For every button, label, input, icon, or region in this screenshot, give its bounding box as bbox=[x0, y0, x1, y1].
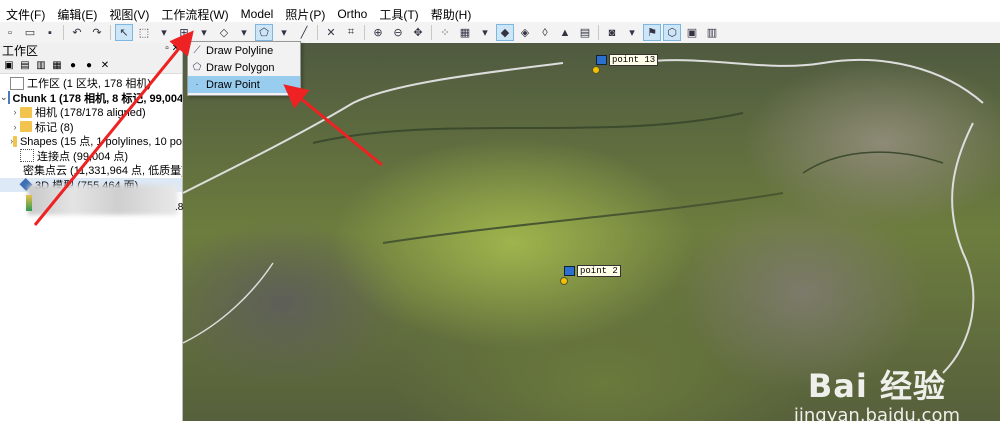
workspace-tree: 工作区 (1 区块, 178 相机) ⌄ Chunk 1 (178 相机, 8 … bbox=[0, 74, 182, 192]
dropdown-arrow-icon[interactable]: ▾ bbox=[476, 24, 494, 41]
undo-icon[interactable]: ↶ bbox=[68, 24, 86, 41]
model-solid-icon[interactable]: ◈ bbox=[516, 24, 534, 41]
baidu-watermark: Bai 经验 jingyan.baidu.com bbox=[793, 367, 960, 421]
open-folder-icon[interactable]: ▭ bbox=[21, 24, 39, 41]
workspace-panel: 工作区 ▫ ✕ ▣ ▤ ▥ ▦ ● ● ✕ 工作区 (1 区块, 178 相机)… bbox=[0, 43, 183, 421]
tree-item-dense-cloud[interactable]: 密集点云 (11,331,964 点, 低质量) bbox=[0, 163, 182, 178]
folder-icon bbox=[20, 121, 32, 133]
tree-item-workspace[interactable]: 工作区 (1 区块, 178 相机) bbox=[0, 76, 182, 91]
navigate-icon[interactable]: ⊞ bbox=[175, 24, 193, 41]
add-photos-icon[interactable]: ▤ bbox=[18, 58, 32, 72]
polyline-icon: ⟋ bbox=[193, 45, 201, 56]
tree-item-tie-points[interactable]: 连接点 (99,004 点) bbox=[0, 149, 182, 164]
show-images-icon[interactable]: ▣ bbox=[683, 24, 701, 41]
menu-tools[interactable]: 工具(T) bbox=[373, 6, 424, 23]
marker-dot bbox=[560, 277, 568, 285]
camera-icon[interactable]: ◙ bbox=[603, 24, 621, 41]
blurred-tree-items bbox=[28, 185, 178, 215]
region-icon[interactable]: ▥ bbox=[703, 24, 721, 41]
disable-icon[interactable]: ● bbox=[82, 58, 96, 72]
panel-pin-close-icon[interactable]: ▫ ✕ bbox=[165, 43, 180, 54]
chunk-icon bbox=[7, 91, 10, 105]
menu-model[interactable]: Model bbox=[235, 7, 280, 21]
tree-item-cameras[interactable]: › 相机 (178/178 aligned) bbox=[0, 105, 182, 120]
marker-flag-icon bbox=[596, 55, 607, 65]
dropdown-arrow-icon[interactable]: ▾ bbox=[195, 24, 213, 41]
save-icon[interactable]: ▪ bbox=[41, 24, 59, 41]
points-view-icon[interactable]: ⁘ bbox=[436, 24, 454, 41]
polygon-icon: ⬠ bbox=[192, 62, 202, 73]
folder-icon bbox=[13, 135, 17, 147]
show-shapes-icon[interactable]: ⬡ bbox=[663, 24, 681, 41]
dense-cloud-icon[interactable]: ▦ bbox=[456, 24, 474, 41]
model-wire-icon[interactable]: ◊ bbox=[536, 24, 554, 41]
menu-file[interactable]: 文件(F) bbox=[0, 6, 51, 23]
dropdown-arrow-icon[interactable]: ▾ bbox=[235, 24, 253, 41]
zoom-out-icon[interactable]: ⊖ bbox=[389, 24, 407, 41]
move-icon[interactable]: ✥ bbox=[409, 24, 427, 41]
draw-polygon-item[interactable]: ⬠ Draw Polygon bbox=[188, 59, 300, 76]
tree-item-shapes[interactable]: › Shapes (15 点, 1 polylines, 10 po bbox=[0, 134, 182, 149]
marker-dot bbox=[592, 66, 600, 74]
show-markers-icon[interactable]: ⚑ bbox=[643, 24, 661, 41]
expand-chevron-icon[interactable]: › bbox=[10, 107, 20, 117]
draw-dropdown-arrow-icon[interactable]: ▾ bbox=[275, 24, 293, 41]
draw-point-item[interactable]: · Draw Point bbox=[188, 76, 300, 93]
rect-select-icon[interactable]: ⬚ bbox=[135, 24, 153, 41]
marker-point-13[interactable]: point 13 bbox=[592, 54, 659, 74]
new-file-icon[interactable]: ▫ bbox=[1, 24, 19, 41]
point-icon: · bbox=[195, 79, 199, 90]
add-chunk-icon[interactable]: ▣ bbox=[2, 58, 16, 72]
workspace-toolbar: ▣ ▤ ▥ ▦ ● ● ✕ bbox=[0, 57, 182, 74]
add-marker-icon[interactable]: ▦ bbox=[50, 58, 64, 72]
panel-title-text: 工作区 bbox=[2, 43, 39, 58]
model-shaded-icon[interactable]: ◆ bbox=[496, 24, 514, 41]
menu-ortho[interactable]: Ortho bbox=[331, 7, 373, 21]
draw-shape-icon[interactable]: ⬠ bbox=[255, 24, 273, 41]
dem-item-icon bbox=[26, 195, 32, 211]
add-folder-icon[interactable]: ▥ bbox=[34, 58, 48, 72]
workspace-panel-title: 工作区 ▫ ✕ bbox=[0, 43, 182, 58]
tree-item-chunk[interactable]: ⌄ Chunk 1 (178 相机, 8 标记, 99,004 点 bbox=[0, 91, 182, 106]
menu-photo[interactable]: 照片(P) bbox=[279, 6, 331, 23]
remove-icon[interactable]: ✕ bbox=[98, 58, 112, 72]
dem-icon[interactable]: ▤ bbox=[576, 24, 594, 41]
draw-polyline-item[interactable]: ⟋ Draw Polyline bbox=[188, 42, 300, 59]
dropdown-arrow-icon[interactable]: ▾ bbox=[623, 24, 641, 41]
menu-edit[interactable]: 编辑(E) bbox=[51, 6, 103, 23]
menu-help[interactable]: 帮助(H) bbox=[425, 6, 478, 23]
model-viewport[interactable]: point 13 point 2 Bai 经验 jingyan.baidu.co… bbox=[183, 43, 1000, 421]
marker-flag-icon bbox=[564, 266, 575, 276]
draw-shape-dropdown: ⟋ Draw Polyline ⬠ Draw Polygon · Draw Po… bbox=[187, 41, 301, 96]
main-toolbar: ▫ ▭ ▪ ↶ ↷ ↖ ⬚ ▾ ⊞ ▾ ◇ ▾ ⬠ ▾ ╱ ✕ ⌗ ⊕ ⊖ ✥ … bbox=[0, 22, 1000, 44]
tiled-model-icon[interactable]: ▲ bbox=[556, 24, 574, 41]
collapse-chevron-icon[interactable]: ⌄ bbox=[0, 92, 8, 103]
delete-icon[interactable]: ✕ bbox=[322, 24, 340, 41]
workspace-icon bbox=[10, 76, 24, 90]
folder-icon bbox=[20, 106, 32, 118]
crop-icon[interactable]: ⌗ bbox=[342, 24, 360, 41]
menu-bar: 文件(F) 编辑(E) 视图(V) 工作流程(W) Model 照片(P) Or… bbox=[0, 6, 1000, 22]
enable-icon[interactable]: ● bbox=[66, 58, 80, 72]
dropdown-arrow-icon[interactable]: ▾ bbox=[155, 24, 173, 41]
tie-points-icon bbox=[20, 149, 34, 163]
tree-item-markers[interactable]: › 标记 (8) bbox=[0, 120, 182, 135]
menu-workflow[interactable]: 工作流程(W) bbox=[155, 6, 234, 23]
transform-icon[interactable]: ◇ bbox=[215, 24, 233, 41]
select-pointer-icon[interactable]: ↖ bbox=[115, 24, 133, 41]
ruler-icon[interactable]: ╱ bbox=[295, 24, 313, 41]
redo-icon[interactable]: ↷ bbox=[88, 24, 106, 41]
marker-point-2[interactable]: point 2 bbox=[560, 265, 621, 285]
zoom-in-icon[interactable]: ⊕ bbox=[369, 24, 387, 41]
menu-view[interactable]: 视图(V) bbox=[103, 6, 155, 23]
expand-chevron-icon[interactable]: › bbox=[10, 122, 20, 132]
